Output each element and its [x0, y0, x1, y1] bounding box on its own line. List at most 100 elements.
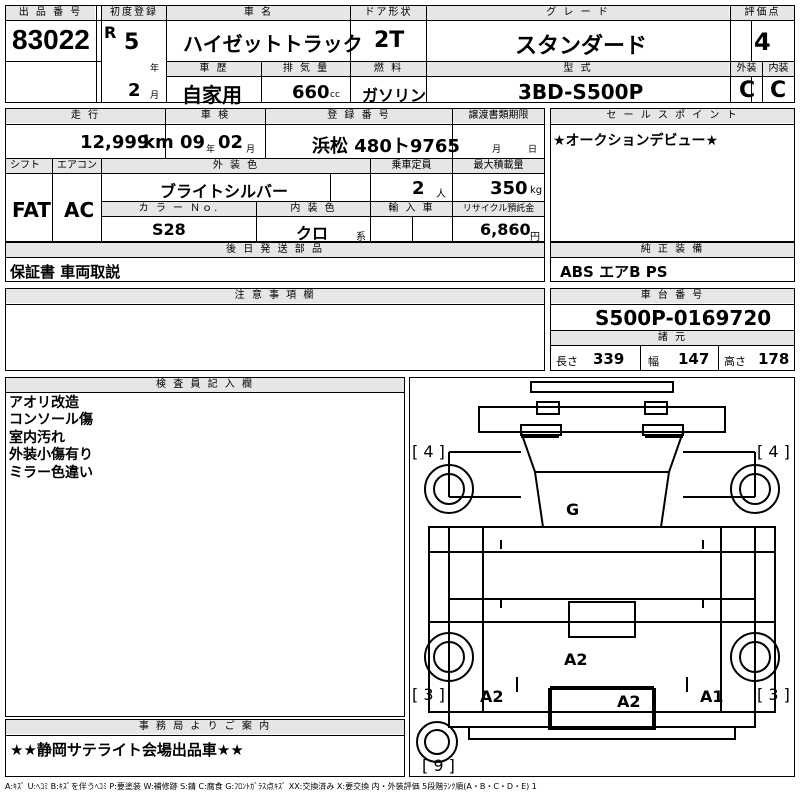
- max-load: 350: [490, 178, 528, 199]
- inspector-note: アオリ改造: [9, 395, 79, 411]
- damage-legend: A:ｷｽﾞ U:ﾍｺﾐ B:ｷｽﾞを伴うﾍｺﾐ P:要塗装 W:補修跡 S:錆 …: [5, 782, 537, 791]
- hdr-displacement: 排 気 量: [262, 62, 350, 76]
- hdr-car-name: 車 名: [167, 6, 350, 20]
- hdr-transfer-doc: 譲渡書類期限: [453, 109, 544, 123]
- era: R: [104, 23, 117, 42]
- tire-spare-label: [ 9 ]: [422, 756, 455, 775]
- transfer-month-unit: 月: [492, 145, 502, 155]
- damage-mark-left: A2: [480, 687, 504, 706]
- hdr-inspection: 車 検: [166, 109, 265, 123]
- displacement: 660: [292, 82, 330, 103]
- history: 自家用: [182, 83, 242, 107]
- hdr-genuine: 純 正 装 備: [551, 243, 794, 257]
- inspector-note: コンソール傷: [9, 412, 93, 428]
- lot-number: 83022: [12, 24, 90, 55]
- reg-month: 2: [128, 80, 141, 101]
- tire-rear-right-label: [ 3 ]: [757, 685, 790, 704]
- sales-point: ★オークションデビュー★: [553, 133, 719, 149]
- hdr-fuel: 燃 料: [351, 62, 426, 76]
- tire-front-left-label: [ 4 ]: [412, 442, 445, 461]
- truck-diagram: [416, 381, 780, 763]
- reg-year-unit: 年: [150, 64, 160, 74]
- inspection-year-unit: 年: [206, 145, 216, 155]
- inspector-note: ミラー色違い: [9, 465, 93, 481]
- hdr-color-no: カ ラ ー Ｎｏ.: [102, 202, 256, 216]
- hdr-sales-point: セ ー ル ス ポ イ ン ト: [551, 109, 794, 123]
- reg-month-unit: 月: [150, 91, 160, 101]
- hdr-grade: グ レ ー ド: [427, 6, 729, 20]
- aircon: AC: [64, 198, 95, 222]
- mileage-unit: km: [143, 132, 174, 153]
- later-parts: 保証書 車両取説: [10, 263, 121, 281]
- capacity: 2: [412, 178, 425, 199]
- height: 178: [758, 350, 790, 368]
- tire-front-right-label: [ 4 ]: [757, 442, 790, 461]
- reg-year: 5: [124, 30, 140, 55]
- sales-point-block: [550, 108, 795, 242]
- damage-mark-center: A2: [564, 650, 588, 669]
- office-note: ★★静岡サテライト会場出品車★★: [10, 741, 244, 759]
- transfer-day-unit: 日: [528, 145, 538, 155]
- damage-mark-rear: A2: [617, 692, 641, 711]
- color-no: S28: [152, 220, 186, 239]
- hdr-aircon: エアコン: [53, 159, 101, 173]
- plate: 浜松 480ト9765: [312, 136, 460, 157]
- hdr-recycle: リサイクル預託金: [453, 202, 544, 216]
- hdr-mileage: 走 行: [6, 109, 165, 123]
- inspector-note: 外装小傷有り: [9, 447, 93, 463]
- height-label: 高さ: [724, 355, 746, 368]
- grade: スタンダード: [515, 34, 648, 59]
- hdr-model: 型 式: [427, 62, 729, 76]
- recycle-unit: 円: [530, 232, 540, 243]
- inspection-year: 09: [180, 132, 206, 153]
- hdr-shift: シフト: [6, 159, 52, 173]
- hdr-door: ドア形状: [351, 6, 426, 20]
- max-load-unit: kg: [530, 185, 543, 196]
- length-label: 長さ: [556, 355, 578, 368]
- width: 147: [678, 350, 710, 368]
- damage-mark-bed: G: [566, 500, 580, 519]
- hdr-max-load: 最大積載量: [453, 159, 544, 173]
- hdr-exterior: 外装: [731, 62, 762, 76]
- inspector-note: 室内汚れ: [9, 430, 65, 446]
- shift: FAT: [12, 198, 51, 222]
- inspection-month-unit: 月: [246, 145, 256, 155]
- damage-mark-right: A1: [700, 687, 724, 706]
- hdr-office: 事 務 局 よ り ご 案 内: [6, 720, 404, 734]
- exterior-grade: C: [739, 78, 756, 103]
- hdr-ext-color: 外 装 色: [102, 159, 370, 173]
- ext-color: ブライトシルバー: [160, 182, 289, 201]
- hdr-dimensions: 諸 元: [551, 331, 794, 345]
- hdr-history: 車 歴: [167, 62, 261, 76]
- hdr-capacity: 乗車定員: [371, 159, 452, 173]
- car-name: ハイゼットトラック: [183, 32, 363, 56]
- door-type: 2T: [374, 28, 405, 53]
- mileage: 12,999: [80, 132, 150, 153]
- genuine-equipment: ABS エアB PS: [560, 263, 668, 281]
- chassis-no: S500P-0169720: [595, 306, 772, 330]
- hdr-import: 輸 入 車: [371, 202, 452, 216]
- int-color-unit: 系: [356, 232, 366, 243]
- displacement-unit: cc: [330, 90, 340, 100]
- hdr-lot-no: 出 品 番 号: [6, 6, 95, 20]
- width-label: 幅: [648, 355, 659, 368]
- interior-grade: C: [770, 78, 787, 103]
- hdr-caution: 注 意 事 項 欄: [6, 289, 544, 303]
- hdr-int-color: 内 装 色: [257, 202, 370, 216]
- int-color: クロ: [296, 224, 329, 243]
- length: 339: [593, 350, 625, 368]
- hdr-interior: 内装: [763, 62, 794, 76]
- fuel: ガソリン: [362, 86, 427, 105]
- score: 4: [754, 28, 771, 56]
- recycle: 6,860: [480, 220, 531, 239]
- hdr-plate: 登 録 番 号: [266, 109, 452, 123]
- tire-rear-left-label: [ 3 ]: [412, 685, 445, 704]
- hdr-chassis-no: 車 台 番 号: [551, 289, 794, 303]
- hdr-first-reg: 初度登録: [102, 6, 166, 20]
- hdr-later-parts: 後 日 発 送 部 品: [6, 243, 544, 257]
- model: 3BD-S500P: [518, 80, 644, 104]
- hdr-score: 評価点: [731, 6, 794, 20]
- hdr-inspector: 検 査 員 記 入 欄: [6, 378, 404, 392]
- capacity-unit: 人: [436, 189, 446, 200]
- inspection-month: 02: [218, 132, 244, 153]
